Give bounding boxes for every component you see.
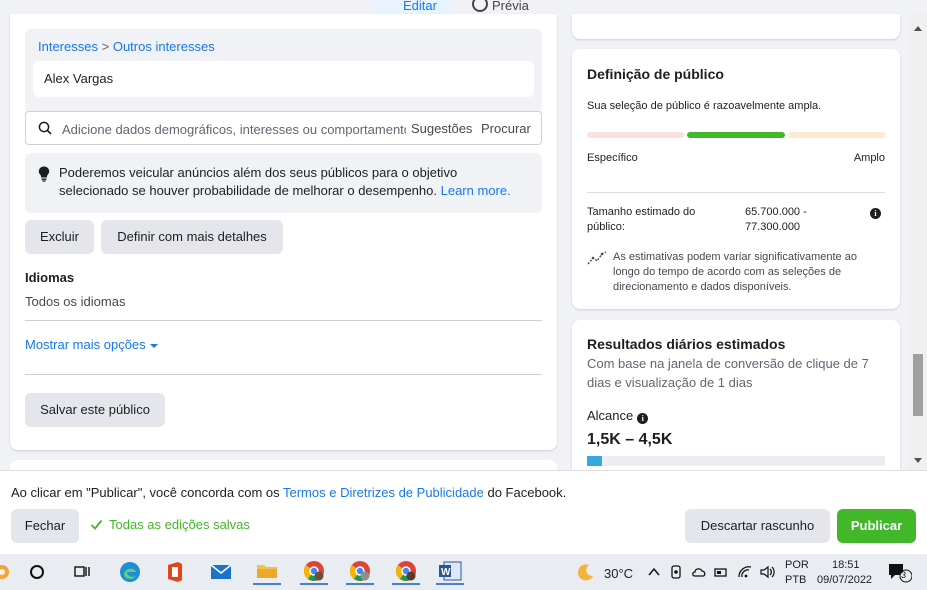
windows-taskbar: W 30°C POR PTB 18:51 09/07/2022 3 — [0, 554, 927, 590]
reach-label-row: Alcance i — [587, 408, 649, 424]
discard-draft-button[interactable]: Descartar rascunho — [685, 509, 830, 543]
chevron-up-icon[interactable] — [642, 559, 666, 585]
audience-detail-card: Interesses > Outros interesses Alex Varg… — [10, 14, 557, 450]
gauge-specific-segment — [587, 132, 684, 138]
wifi-icon[interactable] — [734, 559, 756, 585]
start-icon[interactable] — [0, 559, 10, 585]
divider — [25, 320, 542, 321]
gauge-broad-label: Amplo — [853, 152, 885, 164]
audience-definition-card: Definição de público Sua seleção de públ… — [572, 49, 900, 309]
legal-suffix: do Facebook. — [483, 485, 567, 500]
tab-edit[interactable]: Editar — [373, 0, 453, 14]
lightbulb-icon — [38, 166, 50, 182]
divider — [587, 192, 885, 193]
top-tabs: Editar Prévia — [0, 0, 927, 14]
show-more-options-link[interactable]: Mostrar mais opções — [25, 337, 158, 352]
scroll-thumb[interactable] — [913, 354, 923, 416]
terms-link[interactable]: Termos e Diretrizes de Publicidade — [283, 485, 484, 500]
gauge-current-segment — [687, 132, 785, 138]
notice-body: Poderemos veicular anúncios além dos seu… — [59, 165, 458, 198]
clock-date[interactable]: 09/07/2022 — [817, 574, 872, 586]
meet-now-icon[interactable] — [665, 559, 687, 585]
scrollbar[interactable] — [909, 14, 927, 470]
estimate-variation-note: As estimativas podem variar significativ… — [613, 251, 857, 293]
onedrive-icon[interactable] — [688, 559, 710, 585]
breadcrumb-separator: > — [101, 39, 110, 54]
previous-card — [572, 14, 900, 39]
cortana-search-icon[interactable] — [23, 559, 51, 585]
word-icon[interactable]: W — [436, 559, 464, 585]
file-explorer-icon[interactable] — [253, 559, 281, 585]
legal-notice: Ao clicar em "Publicar", você concorda c… — [11, 485, 566, 500]
learn-more-link[interactable]: Learn more. — [441, 183, 511, 198]
scroll-down-arrow-icon[interactable] — [914, 458, 922, 463]
notification-count: 3 — [901, 570, 907, 580]
divider — [25, 374, 542, 375]
search-input[interactable] — [62, 119, 406, 139]
selected-interest[interactable]: Alex Vargas — [33, 61, 534, 97]
legal-prefix: Ao clicar em "Publicar", você concorda c… — [11, 485, 283, 500]
save-status-label: Todas as edições salvas — [109, 517, 250, 532]
exclude-button[interactable]: Excluir — [25, 220, 94, 254]
reach-label: Alcance — [587, 408, 634, 423]
gauge-specific-label: Específico — [587, 152, 638, 164]
suggestions-link[interactable]: Sugestões — [411, 121, 472, 136]
daily-results-description: Com base na janela de conversão de cliqu… — [587, 356, 869, 390]
input-language[interactable]: POR — [785, 559, 809, 571]
volume-icon[interactable] — [756, 559, 778, 585]
scroll-up-arrow-icon[interactable] — [914, 26, 922, 31]
caret-down-icon — [149, 343, 158, 348]
moon-weather-icon[interactable] — [572, 559, 600, 585]
estimated-size-label: Tamanho estimado do público: — [587, 206, 696, 233]
trend-line-icon — [587, 251, 607, 265]
narrow-further-button[interactable]: Definir com mais detalhes — [101, 220, 283, 254]
tab-preview[interactable]: Prévia — [470, 0, 560, 14]
browse-link[interactable]: Procurar — [481, 121, 531, 136]
show-more-options-label: Mostrar mais opções — [25, 337, 146, 352]
task-view-icon[interactable] — [68, 559, 96, 585]
reach-value: 1,5K – 4,5K — [587, 431, 673, 448]
notification-center-icon[interactable]: 3 — [884, 559, 914, 585]
breadcrumb: Interesses > Outros interesses — [38, 39, 215, 54]
breadcrumb-root[interactable]: Interesses — [38, 39, 98, 54]
keyboard-layout[interactable]: PTB — [785, 574, 806, 586]
breadcrumb-child[interactable]: Outros interesses — [113, 39, 215, 54]
search-icon — [38, 121, 52, 135]
clock-time[interactable]: 18:51 — [832, 559, 860, 571]
languages-label: Idiomas — [25, 270, 75, 285]
reach-bar-fill — [587, 456, 602, 466]
daily-results-card: Resultados diários estimados Com base na… — [572, 320, 900, 480]
interest-selection-box: Interesses > Outros interesses Alex Varg… — [25, 29, 542, 115]
info-icon[interactable]: i — [870, 208, 881, 219]
detailed-targeting-search: Sugestões Procurar — [25, 111, 542, 145]
audience-breadth-gauge — [587, 132, 885, 138]
publish-button[interactable]: Publicar — [837, 509, 916, 543]
save-status: Todas as edições salvas — [90, 517, 250, 532]
languages-value[interactable]: Todos os idiomas — [25, 294, 125, 309]
chrome-profile-icon[interactable] — [346, 559, 374, 585]
info-icon[interactable]: i — [637, 413, 649, 424]
estimated-size-value: 65.700.000 - 77.300.000 — [745, 206, 807, 233]
notice-text: Poderemos veicular anúncios além dos seu… — [59, 164, 529, 200]
expansion-notice: Poderemos veicular anúncios além dos seu… — [25, 153, 542, 213]
check-icon — [90, 519, 103, 530]
footer-bar: Ao clicar em "Publicar", você concorda c… — [0, 470, 927, 554]
battery-icon[interactable] — [710, 559, 732, 585]
reach-bar — [587, 456, 885, 466]
audience-definition-description: Sua seleção de público é razoavelmente a… — [587, 100, 822, 112]
chrome-profile-icon[interactable] — [300, 559, 328, 585]
daily-results-title: Resultados diários estimados — [587, 336, 786, 352]
svg-text:W: W — [441, 567, 451, 578]
audience-definition-title: Definição de público — [587, 66, 724, 82]
mail-icon[interactable] — [207, 559, 235, 585]
chrome-profile-icon[interactable] — [392, 559, 420, 585]
close-button[interactable]: Fechar — [11, 509, 79, 543]
weather-temperature[interactable]: 30°C — [604, 566, 633, 581]
save-audience-button[interactable]: Salvar este público — [25, 393, 165, 427]
edge-icon[interactable] — [116, 559, 144, 585]
gauge-broad-segment — [788, 132, 885, 138]
office-icon[interactable] — [161, 559, 189, 585]
